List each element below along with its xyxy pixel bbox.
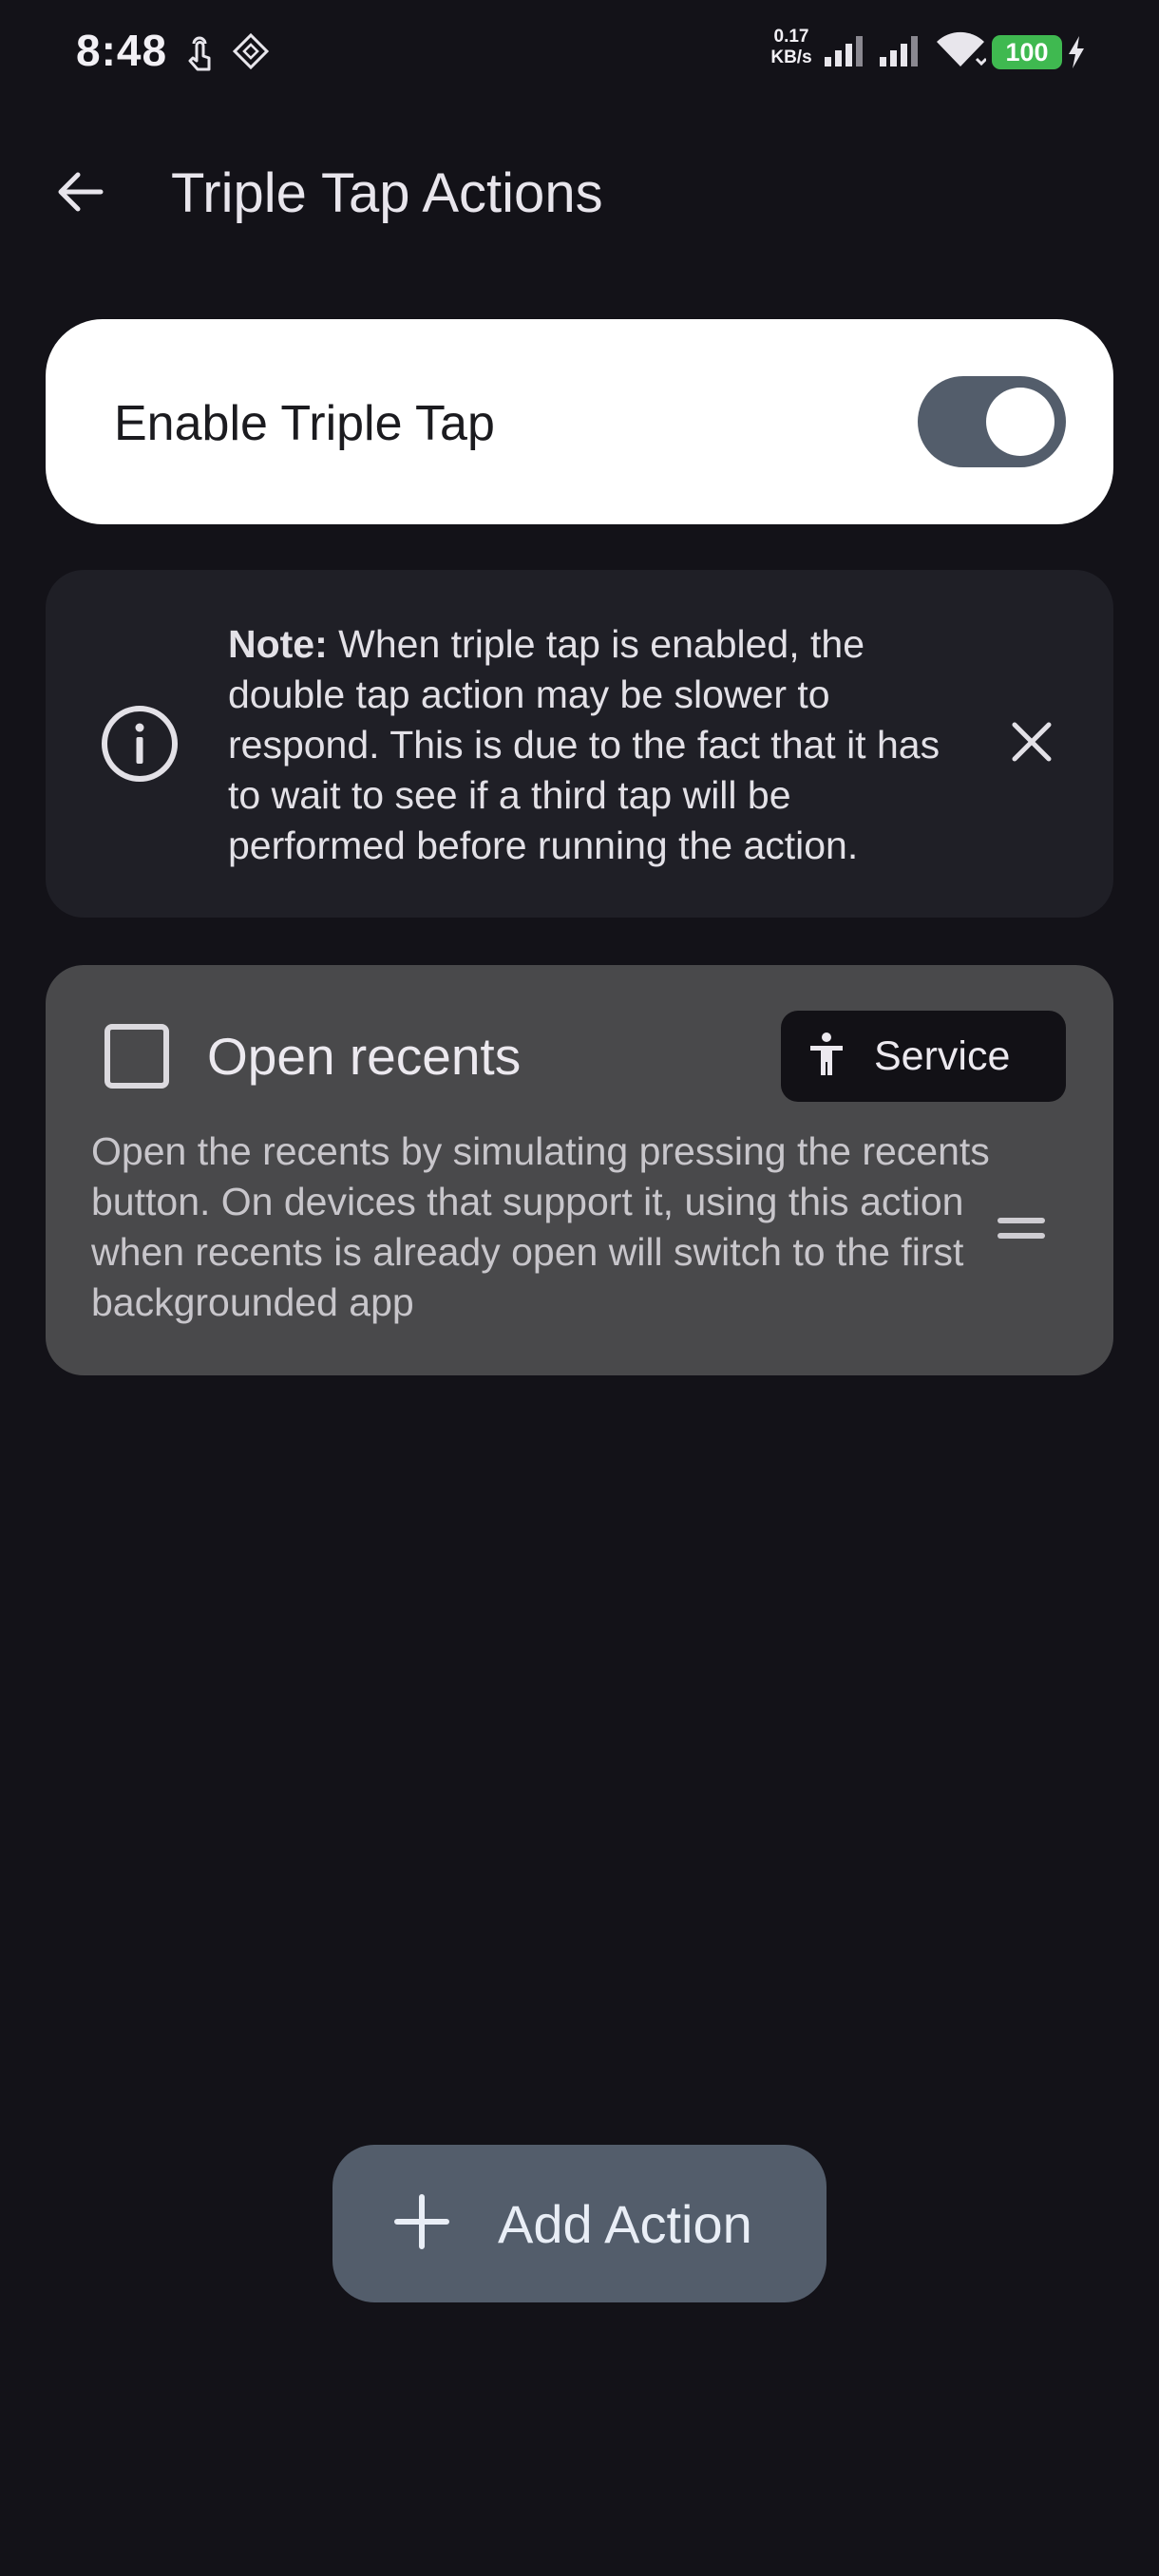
net-speed-unit: KB/s (770, 47, 812, 67)
battery-level: 100 (992, 35, 1062, 69)
back-button[interactable] (46, 160, 114, 228)
enable-triple-tap-label: Enable Triple Tap (114, 396, 495, 451)
action-card[interactable]: Open recents Service Open the recents by… (46, 965, 1113, 1375)
toggle-knob (986, 388, 1054, 456)
app-bar: Triple Tap Actions (0, 133, 1159, 256)
net-speed-value: 0.17 (773, 27, 809, 47)
page-title: Triple Tap Actions (171, 162, 603, 224)
drag-handle-icon[interactable] (988, 1210, 1054, 1248)
touch-icon (182, 34, 217, 77)
note-bold-prefix: Note: (228, 622, 328, 666)
close-icon (1009, 719, 1054, 769)
screen: 8:48 0.17 KB/s 100 Triple Tap Actions En… (0, 0, 1159, 2576)
accessibility-icon (808, 1032, 846, 1082)
arrow-left-icon (53, 165, 106, 223)
wifi-icon (935, 30, 988, 75)
charging-bolt-icon (1066, 34, 1087, 75)
enable-triple-tap-card[interactable]: Enable Triple Tap (46, 319, 1113, 524)
enable-triple-tap-toggle[interactable] (918, 376, 1066, 467)
signal-2-icon (878, 32, 922, 75)
signal-1-icon (823, 32, 866, 75)
action-description: Open the recents by simulating pressing … (91, 1129, 990, 1324)
add-action-label: Add Action (498, 2193, 752, 2254)
status-time: 8:48 (76, 26, 168, 75)
net-speed: 0.17 KB/s (768, 27, 815, 68)
status-bar: 8:48 0.17 KB/s 100 (0, 0, 1159, 104)
note-text: Note: When triple tap is enabled, the do… (228, 619, 969, 871)
info-icon (99, 703, 180, 785)
add-action-button[interactable]: Add Action (332, 2145, 826, 2302)
diamond-app-icon (232, 32, 270, 75)
action-checkbox[interactable] (104, 1024, 169, 1089)
note-body: When triple tap is enabled, the double t… (228, 622, 940, 867)
service-chip-label: Service (874, 1032, 1011, 1079)
dismiss-note-button[interactable] (986, 698, 1077, 789)
service-chip[interactable]: Service (781, 1011, 1066, 1102)
plus-icon (393, 2193, 450, 2255)
action-title: Open recents (207, 1027, 522, 1086)
note-card: Note: When triple tap is enabled, the do… (46, 570, 1113, 918)
